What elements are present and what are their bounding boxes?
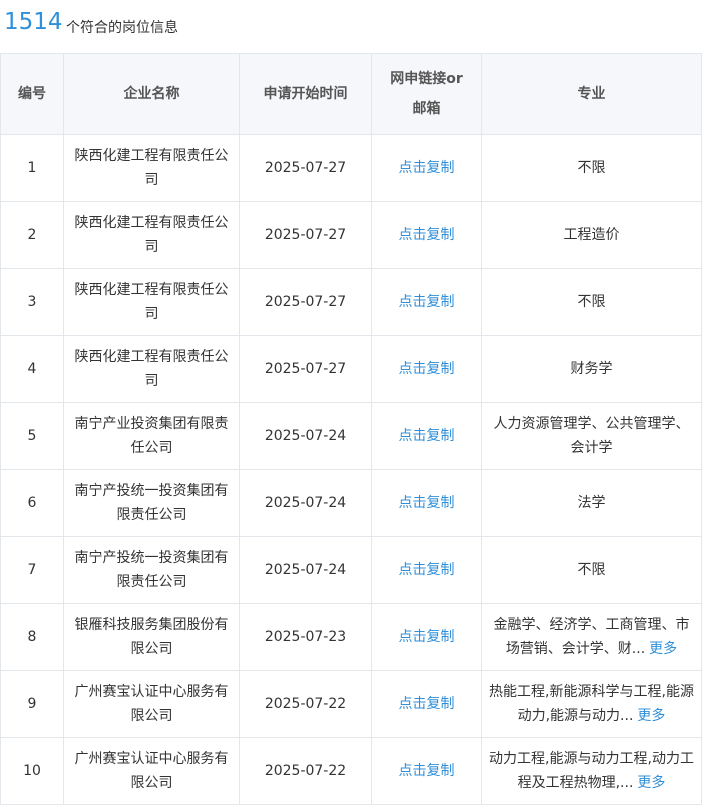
start-date: 2025-07-27 bbox=[239, 201, 372, 269]
table-row: 8 银雁科技服务集团股份有限公司 2025-07-23 点击复制 金融学、经济学、工商管… bbox=[0, 603, 702, 671]
header-major: 专业 bbox=[481, 53, 702, 135]
start-date: 2025-07-22 bbox=[239, 737, 372, 805]
major-cell: 人力资源管理学、公共管理学、会计学 bbox=[481, 402, 702, 470]
row-number: 3 bbox=[0, 268, 64, 336]
start-date: 2025-07-27 bbox=[239, 268, 372, 336]
row-number: 7 bbox=[0, 536, 64, 604]
apply-link-cell: 点击复制 bbox=[371, 670, 482, 738]
table-row: 6 南宁产投统一投资集团有限责任公司 2025-07-24 点击复制 法学 bbox=[0, 469, 702, 537]
copy-link[interactable]: 点击复制 bbox=[399, 562, 455, 578]
apply-link-cell: 点击复制 bbox=[371, 335, 482, 403]
apply-link-cell: 点击复制 bbox=[371, 201, 482, 269]
apply-link-cell: 点击复制 bbox=[371, 536, 482, 604]
apply-link-cell: 点击复制 bbox=[371, 134, 482, 202]
copy-link[interactable]: 点击复制 bbox=[399, 428, 455, 444]
company-name: 陕西化建工程有限责任公司 bbox=[63, 268, 240, 336]
start-date: 2025-07-24 bbox=[239, 536, 372, 604]
copy-link[interactable]: 点击复制 bbox=[399, 361, 455, 377]
more-link[interactable]: 更多 bbox=[649, 641, 677, 657]
major-cell: 财务学 bbox=[481, 335, 702, 403]
table-row: 4 陕西化建工程有限责任公司 2025-07-27 点击复制 财务学 bbox=[0, 335, 702, 403]
major-text: 人力资源管理学、公共管理学、会计学 bbox=[493, 416, 690, 456]
major-cell: 热能工程,新能源科学与工程,能源动力,能源与动力... 更多 bbox=[481, 670, 702, 738]
header-start-date: 申请开始时间 bbox=[239, 53, 372, 135]
copy-link[interactable]: 点击复制 bbox=[399, 495, 455, 511]
company-name: 南宁产投统一投资集团有限责任公司 bbox=[63, 536, 240, 604]
major-text: 不限 bbox=[577, 562, 606, 578]
header-apply-link: 网申链接or邮箱 bbox=[371, 53, 482, 135]
major-cell: 动力工程,能源与动力工程,动力工程及工程热物理,... 更多 bbox=[481, 737, 702, 805]
major-cell: 不限 bbox=[481, 536, 702, 604]
company-name: 广州赛宝认证中心服务有限公司 bbox=[63, 737, 240, 805]
result-count-label: 个符合的岗位信息 bbox=[66, 20, 178, 36]
major-text: 财务学 bbox=[570, 361, 613, 377]
major-text: 法学 bbox=[577, 495, 606, 511]
apply-link-cell: 点击复制 bbox=[371, 402, 482, 470]
table-row: 2 陕西化建工程有限责任公司 2025-07-27 点击复制 工程造价 bbox=[0, 201, 702, 269]
apply-link-cell: 点击复制 bbox=[371, 268, 482, 336]
header-company: 企业名称 bbox=[63, 53, 240, 135]
row-number: 2 bbox=[0, 201, 64, 269]
row-number: 9 bbox=[0, 670, 64, 738]
company-name: 南宁产业投资集团有限责任公司 bbox=[63, 402, 240, 470]
header-no: 编号 bbox=[0, 53, 64, 135]
table-header-row: 编号 企业名称 申请开始时间 网申链接or邮箱 专业 bbox=[0, 53, 702, 135]
company-name: 广州赛宝认证中心服务有限公司 bbox=[63, 670, 240, 738]
table-row: 10 广州赛宝认证中心服务有限公司 2025-07-22 点击复制 动力工程,能源与动力… bbox=[0, 737, 702, 805]
table-row: 5 南宁产业投资集团有限责任公司 2025-07-24 点击复制 人力资源管理学、公共管… bbox=[0, 402, 702, 470]
company-name: 南宁产投统一投资集团有限责任公司 bbox=[63, 469, 240, 537]
company-name: 陕西化建工程有限责任公司 bbox=[63, 335, 240, 403]
start-date: 2025-07-22 bbox=[239, 670, 372, 738]
row-number: 1 bbox=[0, 134, 64, 202]
row-number: 5 bbox=[0, 402, 64, 470]
major-text: 工程造价 bbox=[563, 227, 620, 243]
table-row: 9 广州赛宝认证中心服务有限公司 2025-07-22 点击复制 热能工程,新能源科学与… bbox=[0, 670, 702, 738]
row-number: 8 bbox=[0, 603, 64, 671]
copy-link[interactable]: 点击复制 bbox=[399, 294, 455, 310]
copy-link[interactable]: 点击复制 bbox=[399, 160, 455, 176]
major-cell: 法学 bbox=[481, 469, 702, 537]
results-header: 1514 个符合的岗位信息 bbox=[0, 0, 703, 52]
copy-link[interactable]: 点击复制 bbox=[399, 629, 455, 645]
apply-link-cell: 点击复制 bbox=[371, 737, 482, 805]
major-text: 不限 bbox=[577, 294, 606, 310]
copy-link[interactable]: 点击复制 bbox=[399, 227, 455, 243]
row-number: 6 bbox=[0, 469, 64, 537]
start-date: 2025-07-27 bbox=[239, 335, 372, 403]
apply-link-cell: 点击复制 bbox=[371, 469, 482, 537]
start-date: 2025-07-24 bbox=[239, 469, 372, 537]
major-cell: 不限 bbox=[481, 268, 702, 336]
table-row: 1 陕西化建工程有限责任公司 2025-07-27 点击复制 不限 bbox=[0, 134, 702, 202]
apply-link-cell: 点击复制 bbox=[371, 603, 482, 671]
table-row: 7 南宁产投统一投资集团有限责任公司 2025-07-24 点击复制 不限 bbox=[0, 536, 702, 604]
company-name: 陕西化建工程有限责任公司 bbox=[63, 134, 240, 202]
result-count: 1514 bbox=[4, 9, 63, 35]
table-row: 3 陕西化建工程有限责任公司 2025-07-27 点击复制 不限 bbox=[0, 268, 702, 336]
job-table: 编号 企业名称 申请开始时间 网申链接or邮箱 专业 1 陕西化建工程有限责任公司… bbox=[0, 53, 702, 805]
more-link[interactable]: 更多 bbox=[637, 775, 665, 791]
major-text: 不限 bbox=[577, 160, 606, 176]
copy-link[interactable]: 点击复制 bbox=[399, 763, 455, 779]
major-cell: 金融学、经济学、工商管理、市场营销、会计学、财... 更多 bbox=[481, 603, 702, 671]
start-date: 2025-07-27 bbox=[239, 134, 372, 202]
copy-link[interactable]: 点击复制 bbox=[399, 696, 455, 712]
major-cell: 不限 bbox=[481, 134, 702, 202]
start-date: 2025-07-23 bbox=[239, 603, 372, 671]
table-body: 1 陕西化建工程有限责任公司 2025-07-27 点击复制 不限 2 陕西化建工程有限责任… bbox=[0, 134, 702, 805]
company-name: 银雁科技服务集团股份有限公司 bbox=[63, 603, 240, 671]
row-number: 10 bbox=[0, 737, 64, 805]
company-name: 陕西化建工程有限责任公司 bbox=[63, 201, 240, 269]
major-cell: 工程造价 bbox=[481, 201, 702, 269]
more-link[interactable]: 更多 bbox=[637, 708, 665, 724]
start-date: 2025-07-24 bbox=[239, 402, 372, 470]
row-number: 4 bbox=[0, 335, 64, 403]
